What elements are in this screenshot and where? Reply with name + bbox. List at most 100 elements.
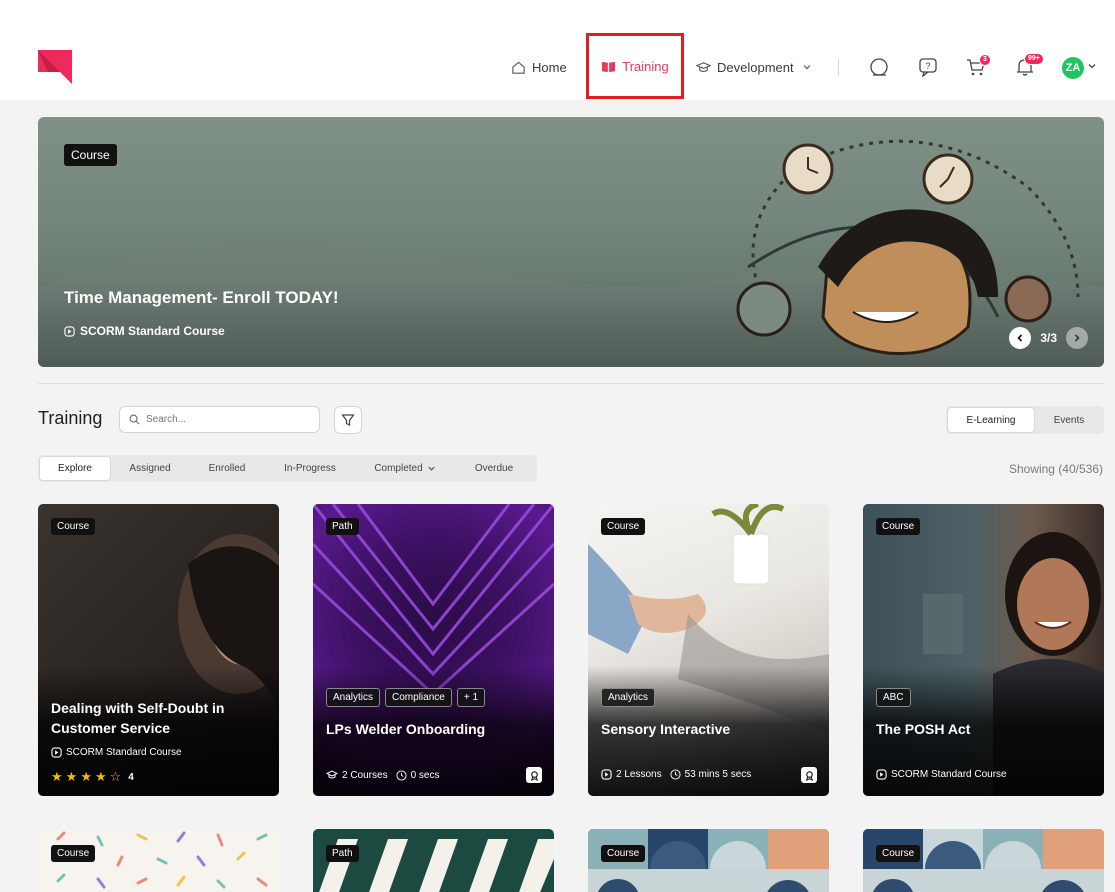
prev-slide-button[interactable]	[1009, 327, 1032, 349]
search-input[interactable]	[146, 414, 306, 425]
card-type-tag: Course	[51, 518, 96, 535]
star-icon: ★	[51, 769, 63, 784]
nav-training[interactable]: Training	[586, 33, 684, 99]
results-count: Showing (40/536)	[1008, 462, 1103, 476]
card-type-tag: Course	[601, 845, 646, 862]
card-type-tag: Path	[326, 518, 359, 535]
card-meta: SCORM Standard Course	[51, 747, 182, 758]
page-title: Training	[38, 408, 103, 428]
brand-logo-icon[interactable]	[38, 50, 72, 84]
content-type-toggle: E-Learning Events	[946, 406, 1104, 434]
clock-icon	[396, 769, 407, 781]
hero-pager: 3/3	[1009, 327, 1088, 349]
star-icon: ★	[80, 769, 92, 784]
toggle-events[interactable]: Events	[1035, 407, 1103, 433]
card-tags: ABC	[876, 688, 911, 707]
course-card[interactable]: Course ABC The POSH Act SCORM Standard C…	[863, 504, 1104, 796]
slide-counter: 3/3	[1040, 331, 1057, 345]
search-icon[interactable]	[868, 56, 890, 78]
hero-subtitle: SCORM Standard Course	[64, 324, 225, 338]
hero-subtitle-text: SCORM Standard Course	[80, 324, 225, 338]
next-slide-button[interactable]	[1066, 327, 1088, 349]
star-empty-icon: ☆	[109, 769, 122, 784]
course-card[interactable]: Course	[588, 829, 829, 892]
play-icon	[51, 747, 62, 758]
card-tags: Analytics Compliance + 1	[326, 688, 486, 707]
nav-development-label: Development	[717, 59, 794, 75]
training-tabs: Explore Assigned Enrolled In-Progress Co…	[38, 455, 537, 482]
card-type-tag: Course	[876, 518, 921, 535]
card-meta-text: SCORM Standard Course	[891, 769, 1007, 780]
graduation-cap-icon	[696, 61, 711, 72]
play-icon	[64, 325, 75, 337]
hero-course-tag: Course	[64, 144, 117, 166]
hero-title[interactable]: Time Management- Enroll TODAY!	[64, 288, 339, 308]
card-meta-text: SCORM Standard Course	[66, 747, 182, 758]
rating-count: 4	[128, 771, 134, 783]
tab-completed-label: Completed	[374, 463, 423, 474]
search-box[interactable]	[119, 406, 320, 433]
search-icon	[129, 414, 140, 425]
header-divider	[838, 59, 839, 76]
course-card[interactable]: Course Dealing with Self-Doubt in Custom…	[38, 504, 279, 796]
book-icon	[602, 61, 616, 72]
star-icon: ★	[65, 769, 78, 784]
course-card[interactable]: Course	[38, 829, 279, 892]
tag-chip: Analytics	[326, 688, 381, 707]
tag-chip: Compliance	[385, 688, 452, 707]
top-header: Home Training Development ? 3 99+ ZA	[0, 0, 1115, 100]
course-card[interactable]: Course	[863, 829, 1104, 892]
cart-count-badge: 3	[979, 54, 991, 66]
nav-training-label: Training	[622, 58, 669, 74]
filter-button[interactable]	[334, 406, 362, 434]
avatar[interactable]: ZA	[1062, 57, 1084, 79]
star-icon: ★	[94, 769, 107, 784]
star-rating: ★ ★ ★ ★ ☆ 4	[51, 769, 134, 785]
card-title: Dealing with Self-Doubt in Customer Serv…	[51, 700, 225, 736]
card-tags: Analytics	[601, 688, 656, 707]
more-tags-chip[interactable]: + 1	[456, 688, 486, 707]
card-type-tag: Path	[326, 845, 359, 862]
tab-enrolled[interactable]: Enrolled	[189, 456, 265, 481]
nav-home-label: Home	[532, 59, 567, 75]
toggle-e-learning[interactable]: E-Learning	[947, 407, 1035, 433]
tab-assigned[interactable]: Assigned	[111, 456, 189, 481]
card-meta: SCORM Standard Course	[876, 769, 1007, 780]
tab-in-progress[interactable]: In-Progress	[265, 456, 355, 481]
card-title: The POSH Act	[876, 721, 971, 737]
hero-banner[interactable]: Course Time Management- Enroll TODAY! SC…	[38, 117, 1104, 367]
nav-development[interactable]: Development	[696, 50, 812, 84]
svg-text:?: ?	[925, 61, 930, 71]
duration: 53 mins 5 secs	[684, 769, 752, 780]
tab-completed[interactable]: Completed	[355, 456, 455, 481]
nav-home[interactable]: Home	[511, 50, 567, 84]
path-card[interactable]: Path	[313, 829, 554, 892]
tab-overdue[interactable]: Overdue	[455, 456, 533, 481]
card-type-tag: Course	[601, 518, 646, 535]
course-count: 2 Courses	[342, 769, 388, 781]
bell-icon[interactable]: 99+	[1014, 53, 1044, 78]
duration: 0 secs	[410, 769, 440, 781]
card-title: Sensory Interactive	[601, 721, 731, 737]
card-title: LPs Welder Onboarding	[326, 721, 486, 737]
chevron-down-icon	[428, 466, 435, 471]
path-card[interactable]: Path Analytics Compliance + 1 LPs Welder…	[313, 504, 554, 796]
course-card[interactable]: Course Analytics Sensory Interactive 2 L…	[588, 504, 829, 796]
section-divider	[38, 383, 1104, 384]
help-chat-icon[interactable]: ?	[917, 56, 939, 78]
card-type-tag: Course	[876, 845, 921, 862]
tag-chip: Analytics	[601, 688, 656, 707]
chevron-right-icon	[1074, 334, 1080, 342]
card-meta: 2 Courses 0 secs	[326, 769, 439, 781]
graduation-cap-icon	[326, 770, 338, 779]
chevron-down-icon[interactable]	[1087, 61, 1097, 71]
certificate-icon	[801, 767, 817, 783]
cart-icon[interactable]: 3	[965, 54, 991, 78]
lesson-count: 2 Lessons	[616, 769, 662, 780]
tab-explore[interactable]: Explore	[39, 456, 111, 481]
chevron-down-icon	[803, 65, 811, 70]
home-icon	[512, 61, 525, 74]
play-icon	[876, 769, 887, 780]
certificate-icon	[526, 767, 542, 783]
notification-count-badge: 99+	[1024, 53, 1044, 65]
